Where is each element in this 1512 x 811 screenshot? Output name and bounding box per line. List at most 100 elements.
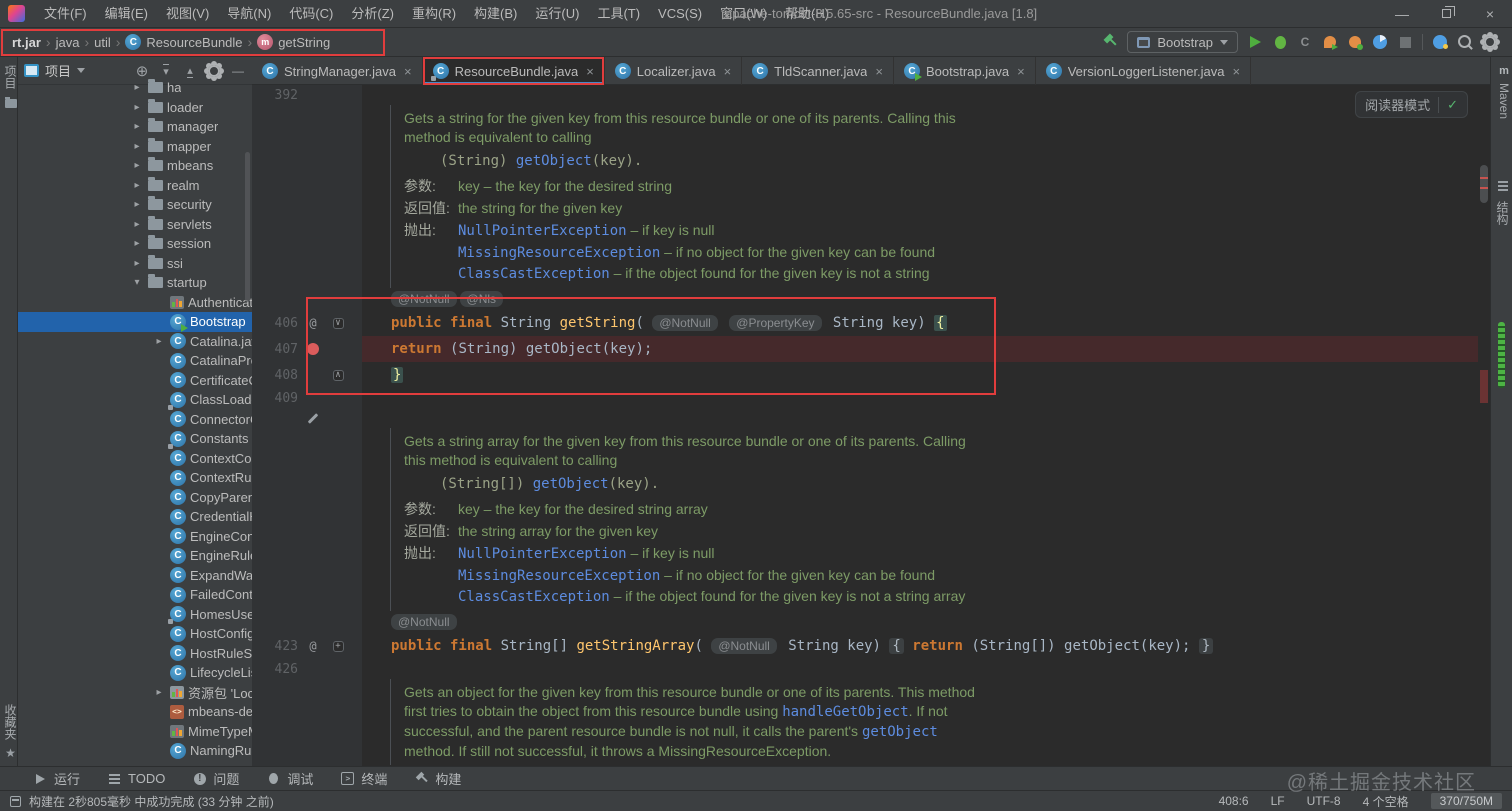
tree-item[interactable]: ▾ startup — [18, 273, 252, 293]
hide-panel-icon[interactable] — [230, 63, 246, 79]
breakpoint-icon[interactable] — [307, 343, 319, 355]
tree-item[interactable]: ▸ manager — [18, 117, 252, 137]
tree-item[interactable]: ▸ security — [18, 195, 252, 215]
settings-gear-icon[interactable] — [1482, 34, 1498, 50]
tree-item[interactable]: CClassLoaderFa — [18, 390, 252, 410]
tree-item[interactable]: C Constants — [18, 429, 252, 449]
tree-item[interactable]: CContextConfig — [18, 449, 252, 469]
menu-item[interactable]: VCS(S) — [649, 0, 711, 28]
scrollbar-thumb[interactable] — [1480, 165, 1488, 203]
editor-tab[interactable]: C ResourceBundle.java × — [422, 57, 605, 85]
editor-tab[interactable]: C StringManager.java × — [252, 57, 423, 85]
tree-chevron-icon[interactable]: ▾ — [130, 277, 144, 288]
editor-tab[interactable]: C TldScanner.java × — [742, 57, 894, 85]
code-line[interactable]: } — [362, 362, 1478, 388]
tree-item[interactable]: ▸ ha — [18, 78, 252, 98]
structure-stripe-button[interactable]: 结构 — [1494, 177, 1511, 225]
notifications-icon[interactable] — [1432, 34, 1448, 50]
tree-chevron-icon[interactable]: ▸ — [152, 336, 166, 347]
toolwindow-button-problems[interactable]: 问题 — [193, 769, 239, 788]
tree-item[interactable]: ▸ ssi — [18, 254, 252, 274]
maven-stripe-button[interactable]: m Maven — [1497, 65, 1511, 119]
tab-close-icon[interactable]: × — [586, 64, 594, 79]
tree-item[interactable]: CHomesUserDa — [18, 605, 252, 625]
tree-item[interactable]: C Bootstrap — [18, 312, 252, 332]
tree-item[interactable]: CCopyParentCla — [18, 488, 252, 508]
reader-mode-toggle[interactable]: 阅读器模式 ✓ — [1355, 91, 1468, 118]
fold-plus-icon[interactable]: + — [332, 640, 344, 652]
tree-item[interactable]: <> mbeans-descr — [18, 702, 252, 722]
menu-item[interactable]: 构建(B) — [465, 0, 526, 28]
tree-item[interactable]: CEngineConfig — [18, 527, 252, 547]
editor-scrollbar[interactable] — [1478, 85, 1490, 766]
tab-close-icon[interactable]: × — [875, 64, 883, 79]
breadcrumb-item[interactable]: C ResourceBundle — [125, 34, 243, 50]
menu-item[interactable]: 编辑(E) — [96, 0, 157, 28]
panel-settings-icon[interactable] — [206, 63, 222, 79]
code-line[interactable]: public final String getString( @NotNull … — [362, 310, 1478, 336]
menu-item[interactable]: 文件(F) — [35, 0, 96, 28]
tree-chevron-icon[interactable]: ▸ — [130, 121, 144, 132]
favorites-stripe-button[interactable]: 收藏夹 ★ — [2, 704, 19, 760]
tree-item[interactable]: CConnectorCre — [18, 410, 252, 430]
toolwindow-button-todo[interactable]: TODO — [108, 771, 165, 786]
breadcrumb-item[interactable]: util — [94, 35, 111, 50]
tree-item[interactable]: ▸ servlets — [18, 215, 252, 235]
fold-close-icon[interactable]: ∧ — [332, 369, 344, 381]
menu-item[interactable]: 重构(R) — [403, 0, 465, 28]
tab-close-icon[interactable]: × — [1233, 64, 1241, 79]
run-config-selector[interactable]: Bootstrap — [1127, 31, 1238, 53]
restore-button[interactable] — [1424, 0, 1468, 28]
project-scrollbar[interactable] — [245, 152, 250, 302]
chevron-down-icon[interactable] — [77, 68, 86, 73]
line-separator[interactable]: LF — [1271, 794, 1285, 808]
menu-item[interactable]: 运行(U) — [526, 0, 588, 28]
toolwindow-button-build[interactable]: 构建 — [415, 769, 461, 788]
toolwindow-button-debug[interactable]: 调试 — [267, 769, 313, 788]
build-hammer-icon[interactable] — [1102, 34, 1118, 50]
tab-close-icon[interactable]: × — [404, 64, 412, 79]
tree-item[interactable]: C HostConfig — [18, 624, 252, 644]
tree-item[interactable]: ▸ mapper — [18, 137, 252, 157]
tree-chevron-icon[interactable]: ▸ — [130, 82, 144, 93]
memory-indicator[interactable]: 370/750M — [1430, 793, 1502, 809]
tree-item[interactable]: ▸ mbeans — [18, 156, 252, 176]
tree-item[interactable]: Authenticator — [18, 293, 252, 313]
toolwindow-button-run[interactable]: 运行 — [34, 769, 80, 788]
run-button[interactable] — [1247, 34, 1263, 50]
tree-item[interactable]: CCredentialHan — [18, 507, 252, 527]
tree-item[interactable]: CNamingRuleSe — [18, 741, 252, 761]
tree-chevron-icon[interactable]: ▸ — [130, 141, 144, 152]
tree-chevron-icon[interactable]: ▸ — [130, 160, 144, 171]
tree-item[interactable]: ▸ CCatalina.java — [18, 332, 252, 352]
menu-item[interactable]: 工具(T) — [588, 0, 649, 28]
profiler-debug-icon[interactable] — [1347, 34, 1363, 50]
breadcrumb-item[interactable]: java — [56, 35, 80, 50]
tree-item[interactable]: ▸ session — [18, 234, 252, 254]
code-line[interactable]: return (String) getObject(key); — [362, 336, 1478, 362]
expand-all-icon[interactable] — [158, 63, 174, 79]
tree-chevron-icon[interactable]: ▸ — [130, 102, 144, 113]
fold-open-icon[interactable]: ∨ — [332, 317, 344, 329]
tree-item[interactable]: CCatalinaPrope — [18, 351, 252, 371]
menu-item[interactable]: 代码(C) — [280, 0, 342, 28]
profiler-icon[interactable] — [1372, 34, 1388, 50]
file-encoding[interactable]: UTF-8 — [1307, 794, 1341, 808]
event-log-icon[interactable] — [10, 795, 21, 807]
run-with-coverage-icon[interactable] — [1297, 34, 1313, 50]
indent-setting[interactable]: 4 个空格 — [1363, 793, 1409, 810]
breadcrumb-item[interactable]: rt.jar — [12, 35, 41, 50]
tree-chevron-icon[interactable]: ▸ — [130, 219, 144, 230]
close-button[interactable]: × — [1468, 0, 1512, 28]
menu-item[interactable]: 导航(N) — [218, 0, 280, 28]
menu-item[interactable]: 分析(Z) — [342, 0, 403, 28]
tab-close-icon[interactable]: × — [1017, 64, 1025, 79]
collapse-all-icon[interactable] — [182, 63, 198, 79]
toolwindow-button-terminal[interactable]: 终端 — [341, 769, 387, 788]
search-everywhere-icon[interactable] — [1457, 34, 1473, 50]
code-line[interactable]: public final String[] getStringArray( @N… — [362, 633, 1478, 659]
tree-chevron-icon[interactable]: ▸ — [152, 687, 166, 698]
debug-button[interactable] — [1272, 34, 1288, 50]
breadcrumb-item[interactable]: m getString — [257, 34, 330, 50]
project-stripe-button[interactable]: 项目 — [2, 65, 19, 112]
